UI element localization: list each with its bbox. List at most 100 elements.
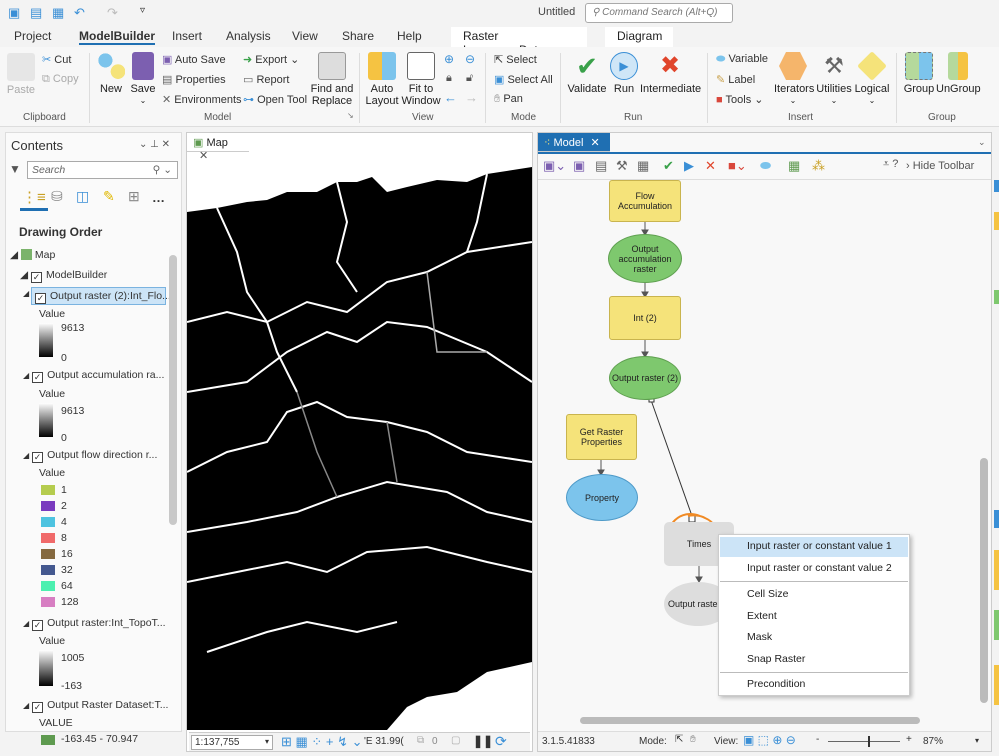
zoom-dropdown-icon[interactable]: ▾	[975, 736, 979, 745]
tab-analysis[interactable]: Analysis	[226, 29, 271, 43]
undo-icon[interactable]: ↶	[74, 5, 85, 21]
checkbox[interactable]: ✓	[32, 452, 44, 463]
auto-save-icon[interactable]: ▣	[573, 158, 585, 174]
find-replace-button[interactable]: Find and Replace	[310, 52, 354, 107]
contents-search-input[interactable]: Search ⚲ ⌄	[27, 161, 178, 179]
zoom-out-icon[interactable]: ⊖	[465, 52, 475, 66]
tab-help[interactable]: Help	[397, 29, 422, 43]
refresh-cache-icon[interactable]: ▢	[451, 735, 460, 746]
zoom-in-icon[interactable]: ⊕	[444, 52, 454, 66]
tab-insert[interactable]: Insert	[172, 29, 202, 43]
validate-icon[interactable]: ✔	[663, 158, 674, 174]
toc-layer[interactable]: ◢ ✓ Output flow direction r...	[23, 449, 157, 463]
run-button[interactable]: ▶ Run	[610, 52, 638, 95]
fit-to-window-button[interactable]: Fit to Window	[401, 52, 441, 107]
list-by-source-icon[interactable]: ⛁	[51, 188, 63, 205]
close-icon[interactable]: ✕	[591, 137, 600, 149]
toc-layer[interactable]: ◢ ✓ Output Raster Dataset:T...	[23, 699, 168, 713]
model-horizontal-scrollbar[interactable]	[580, 717, 920, 724]
run-icon[interactable]: ▶	[684, 158, 694, 174]
model-vertical-scrollbar[interactable]	[980, 458, 988, 703]
iterators-button[interactable]: Iterators ⌄	[774, 52, 814, 107]
zoom-out-button[interactable]: -	[816, 734, 819, 745]
tab-list-chevron-icon[interactable]: ⌄	[978, 137, 986, 148]
menu-item-extent[interactable]: Extent	[720, 607, 908, 627]
grid-tools-icon[interactable]: ⊞ ▦ ⁘ + ↯ ⌄	[281, 734, 363, 750]
list-by-snapping-icon[interactable]: ⊞	[128, 188, 140, 205]
tool-node-flow-accumulation[interactable]: Flow Accumulation	[609, 180, 681, 222]
tab-model[interactable]: ⁖ Model ✕	[538, 133, 610, 152]
find-replace-icon[interactable]: ▦	[637, 158, 649, 174]
checkbox[interactable]: ✓	[35, 293, 46, 304]
tab-project[interactable]: Project	[14, 29, 51, 43]
map-canvas[interactable]	[187, 152, 532, 730]
select-all-button[interactable]: ▣ Select All	[494, 73, 553, 86]
zoom-in-button[interactable]: +	[906, 734, 912, 745]
tab-modelbuilder[interactable]: ModelBuilder	[79, 29, 156, 45]
new-project-icon[interactable]: ▣	[8, 5, 20, 21]
copy-button[interactable]: ⧉ Copy	[42, 73, 79, 86]
group-icon[interactable]: ▦	[788, 158, 800, 174]
pan-mode-icon[interactable]: ✋︎	[690, 734, 696, 745]
variable-node-output-accumulation[interactable]: Output accumulation raster	[608, 234, 682, 283]
menu-item-cell-size[interactable]: Cell Size	[720, 585, 908, 605]
validate-button[interactable]: ✔ Validate	[566, 52, 608, 95]
contents-scrollbar[interactable]	[169, 255, 177, 525]
variable-node-output-raster2[interactable]: Output raster (2)	[609, 356, 681, 400]
checkbox[interactable]: ✓	[32, 620, 44, 631]
unlock-icon[interactable]: 🔓︎	[466, 72, 473, 85]
save-model-button[interactable]: Save ⌄	[130, 52, 156, 107]
variable-button[interactable]: ⬬ Variable	[716, 53, 768, 66]
tab-view[interactable]: View	[292, 29, 318, 43]
auto-save-button[interactable]: ▣ Auto Save	[162, 53, 226, 66]
back-arrow-icon[interactable]: ←	[444, 90, 457, 105]
customize-icon[interactable]: ▿	[140, 5, 145, 16]
toc-layer-selected[interactable]: ✓ Output raster (2):Int_Flo...	[31, 287, 171, 305]
intermediate-icon[interactable]: ✕	[705, 158, 716, 174]
refresh-icon[interactable]: ⟳	[495, 733, 507, 750]
paste-button[interactable]: Paste	[6, 53, 36, 96]
more-icon[interactable]: …	[152, 190, 165, 205]
list-by-selection-icon[interactable]: ◫	[76, 188, 89, 205]
save-project-icon[interactable]: ▦	[52, 5, 64, 21]
toc-layer[interactable]: ◢ ✓ Output raster:Int_TopoT...	[23, 617, 166, 631]
select-mode-icon[interactable]: ⇱	[675, 734, 683, 745]
utilities-button[interactable]: ⚒ Utilities ⌄	[814, 52, 854, 107]
tab-diagram[interactable]: Diagram	[605, 27, 673, 47]
hide-toolbar-button[interactable]: › Hide Toolbar	[906, 160, 974, 172]
lock-icon[interactable]: 🔒︎	[446, 72, 452, 85]
ungroup-icon[interactable]: ⁂	[812, 158, 825, 174]
view-tools-icon[interactable]: ▣ ⬚ ⊕ ⊖	[743, 733, 796, 747]
save-icon[interactable]: ▣⌄	[543, 158, 566, 174]
menu-item-input-value-1[interactable]: Input raster or constant value 1	[720, 537, 908, 557]
cut-button[interactable]: ✂ Cut	[42, 53, 71, 66]
new-model-button[interactable]: New	[95, 52, 127, 95]
toc-group-layer[interactable]: ◢ ✓ ModelBuilder	[20, 269, 107, 283]
open-project-icon[interactable]: ▤	[30, 5, 42, 21]
panel-options-icon[interactable]: ⌄ ⊥ ✕	[139, 139, 170, 150]
tab-share[interactable]: Share	[342, 29, 374, 43]
report-button[interactable]: ▭ Report	[243, 73, 290, 86]
tab-raster-layer[interactable]: Raster LayerData	[451, 27, 587, 57]
list-by-drawing-order-icon[interactable]: ⋮≡	[22, 188, 46, 206]
export-button[interactable]: ➜ Export ⌄	[243, 53, 299, 66]
list-by-editing-icon[interactable]: ✎	[103, 188, 115, 205]
properties-button[interactable]: ▤ Properties	[162, 73, 226, 86]
checkbox[interactable]: ✓	[31, 272, 42, 283]
label-button[interactable]: ✎ Label	[716, 73, 755, 86]
pan-button[interactable]: ✋︎ Pan	[494, 93, 523, 106]
selected-features-icon[interactable]: ⧉	[417, 735, 424, 746]
zoom-slider-thumb[interactable]	[868, 736, 870, 747]
toc-layer[interactable]: ◢ ✓ Output accumulation ra...	[23, 369, 164, 383]
tools-button[interactable]: ■ Tools ⌄	[716, 93, 763, 106]
zoom-slider[interactable]	[828, 741, 900, 742]
properties-icon[interactable]: ▤	[595, 158, 607, 174]
search-icon[interactable]: ⚲ ⌄	[153, 164, 172, 176]
menu-item-snap-raster[interactable]: Snap Raster	[720, 650, 908, 670]
ungroup-button[interactable]: UnGroup	[936, 52, 981, 95]
tool-node-get-raster-properties[interactable]: Get Raster Properties	[566, 414, 637, 460]
auto-layout-button[interactable]: Auto Layout	[365, 52, 399, 107]
toc-map[interactable]: ◢ Map	[10, 249, 55, 261]
variable-node-property[interactable]: Property	[566, 474, 638, 521]
menu-item-mask[interactable]: Mask	[720, 628, 908, 648]
